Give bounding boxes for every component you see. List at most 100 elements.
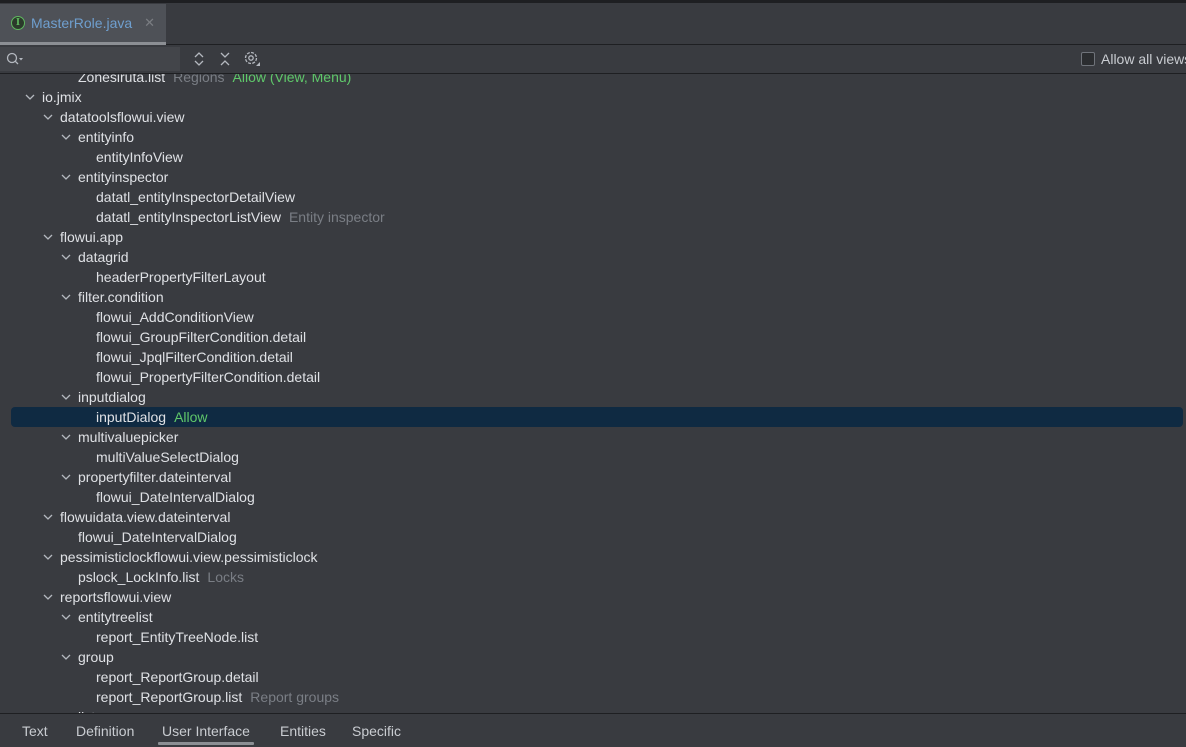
tree-node-group[interactable]: flowui.app bbox=[0, 227, 1186, 247]
tree-node-group[interactable]: entityinspector bbox=[0, 167, 1186, 187]
tab-definition[interactable]: Definition bbox=[72, 714, 138, 747]
editor-tab-strip: I MasterRole.java ✕ bbox=[0, 0, 1186, 45]
bottom-tab-bar: Text Definition User Interface Entities Spec… bbox=[0, 713, 1186, 747]
tree-node-label: filter.condition bbox=[78, 289, 164, 305]
node-name: report_ReportGroup.list bbox=[96, 689, 243, 705]
views-permission-tree[interactable]: Zonesiruta.list Regions Allow (View, Menu)… bbox=[0, 74, 1186, 714]
node-name: flowui_DateIntervalDialog bbox=[78, 529, 237, 545]
tree-node-label: inputdialog bbox=[78, 389, 146, 405]
chevron-down-icon[interactable] bbox=[24, 91, 36, 103]
tree-node-view[interactable]: pslock_LockInfo.list Locks bbox=[0, 567, 1186, 587]
editor-tab-masterrole[interactable]: I MasterRole.java ✕ bbox=[0, 4, 166, 45]
chevron-down-icon[interactable] bbox=[42, 591, 54, 603]
tree-node-group[interactable]: io.jmix bbox=[0, 87, 1186, 107]
node-name: entitytreelist bbox=[78, 609, 153, 625]
node-name: headerPropertyFilterLayout bbox=[96, 269, 266, 285]
tree-node-group[interactable]: entitytreelist bbox=[0, 607, 1186, 627]
search-box[interactable] bbox=[0, 47, 180, 71]
tree-node-view[interactable]: datatl_entityInspectorListView Entity ins… bbox=[0, 207, 1186, 227]
node-name: flowui_DateIntervalDialog bbox=[96, 489, 255, 505]
chevron-down-icon[interactable] bbox=[42, 111, 54, 123]
tree-node-view[interactable]: flowui_DateIntervalDialog bbox=[0, 487, 1186, 507]
chevron-down-icon[interactable] bbox=[42, 511, 54, 523]
tree-node-view[interactable]: report_EntityTreeNode.list bbox=[0, 627, 1186, 647]
tree-node-view[interactable]: headerPropertyFilterLayout bbox=[0, 267, 1186, 287]
tree-node-label: reportsflowui.view bbox=[60, 589, 171, 605]
tree-node-label: pslock_LockInfo.list Locks bbox=[78, 569, 244, 585]
tab-entities[interactable]: Entities bbox=[276, 714, 330, 747]
node-name: io.jmix bbox=[42, 89, 82, 105]
tree-node-group[interactable]: reportsflowui.view bbox=[0, 587, 1186, 607]
chevron-down-icon[interactable] bbox=[60, 131, 72, 143]
chevron-down-icon[interactable] bbox=[60, 651, 72, 663]
chevron-down-icon[interactable] bbox=[60, 431, 72, 443]
tab-label: User Interface bbox=[162, 722, 250, 739]
tree-node-view[interactable]: report_ReportGroup.list Report groups bbox=[0, 687, 1186, 707]
tree-node-label: entityinspector bbox=[78, 169, 168, 185]
tree-node-group[interactable]: datatoolsflowui.view bbox=[0, 107, 1186, 127]
node-name: Zonesiruta.list bbox=[78, 74, 166, 85]
node-name: multiValueSelectDialog bbox=[96, 449, 239, 465]
tab-text[interactable]: Text bbox=[18, 714, 52, 747]
chevron-down-icon[interactable] bbox=[60, 251, 72, 263]
node-description: Report groups bbox=[250, 689, 340, 705]
checkbox-box[interactable] bbox=[1081, 52, 1095, 66]
tree-node-label: propertyfilter.dateinterval bbox=[78, 469, 231, 485]
tab-label: Specific bbox=[352, 722, 402, 739]
tree-node-label: flowui_PropertyFilterCondition.detail bbox=[96, 369, 320, 385]
tree-node-group[interactable]: entityinfo bbox=[0, 127, 1186, 147]
tab-user-interface[interactable]: User Interface bbox=[158, 714, 254, 747]
tree-node-group[interactable]: flowuidata.view.dateinterval bbox=[0, 507, 1186, 527]
tree-node-view[interactable]: report_ReportGroup.detail bbox=[0, 667, 1186, 687]
node-name: entityInfoView bbox=[96, 149, 183, 165]
search-input[interactable] bbox=[28, 51, 168, 67]
node-name: inputdialog bbox=[78, 389, 146, 405]
tree-node-view[interactable]: flowui_JpqlFilterCondition.detail bbox=[0, 347, 1186, 367]
expand-icon[interactable] bbox=[190, 50, 208, 68]
tree-node-group[interactable]: inputdialog bbox=[0, 387, 1186, 407]
tree-node-group[interactable]: pessimisticlockflowui.view.pessimisticlo… bbox=[0, 547, 1186, 567]
close-icon[interactable]: ✕ bbox=[144, 15, 155, 31]
tree-node-view[interactable]: inputDialog Allow bbox=[0, 407, 1186, 427]
tree-node-view[interactable]: flowui_AddConditionView bbox=[0, 307, 1186, 327]
tree-node-view[interactable]: multiValueSelectDialog bbox=[0, 447, 1186, 467]
tree-node-label: flowui_DateIntervalDialog bbox=[96, 489, 255, 505]
tab-label: Entities bbox=[280, 722, 326, 739]
tree-node-group[interactable]: propertyfilter.dateinterval bbox=[0, 467, 1186, 487]
chevron-down-icon[interactable] bbox=[60, 291, 72, 303]
chevron-down-icon[interactable] bbox=[42, 231, 54, 243]
tree-node-view[interactable]: datatl_entityInspectorDetailView bbox=[0, 187, 1186, 207]
tree-node-view[interactable]: Zonesiruta.list Regions Allow (View, Menu) bbox=[0, 74, 1186, 87]
node-name: datatl_entityInspectorListView bbox=[96, 209, 281, 225]
chevron-down-icon[interactable] bbox=[60, 611, 72, 623]
node-name: flowui_GroupFilterCondition.detail bbox=[96, 329, 307, 345]
chevron-down-icon[interactable] bbox=[60, 391, 72, 403]
tree-node-view[interactable]: flowui_PropertyFilterCondition.detail bbox=[0, 367, 1186, 387]
tree-node-label: flowui.app bbox=[60, 229, 123, 245]
node-name: group bbox=[78, 649, 114, 665]
node-name: entityinspector bbox=[78, 169, 169, 185]
tree-node-label: group bbox=[78, 649, 114, 665]
node-name: flowui.app bbox=[60, 229, 124, 245]
tree-node-label: multivaluepicker bbox=[78, 429, 178, 445]
chevron-down-icon[interactable] bbox=[60, 171, 72, 183]
tree-node-view[interactable]: flowui_GroupFilterCondition.detail bbox=[0, 327, 1186, 347]
tree-node-label: entitytreelist bbox=[78, 609, 153, 625]
tab-specific[interactable]: Specific bbox=[348, 714, 405, 747]
tree-node-view[interactable]: flowui_DateIntervalDialog bbox=[0, 527, 1186, 547]
tree-node-group[interactable]: filter.condition bbox=[0, 287, 1186, 307]
search-icon[interactable] bbox=[6, 52, 24, 66]
node-description: Entity inspector bbox=[288, 209, 385, 225]
allow-all-views-checkbox[interactable]: Allow all views bbox=[1081, 51, 1186, 67]
gear-icon[interactable] bbox=[243, 50, 261, 68]
tree-node-group[interactable]: datagrid bbox=[0, 247, 1186, 267]
chevron-down-icon[interactable] bbox=[42, 551, 54, 563]
tree-node-view[interactable]: entityInfoView bbox=[0, 147, 1186, 167]
tree-node-group[interactable]: group bbox=[0, 647, 1186, 667]
node-name: datatoolsflowui.view bbox=[60, 109, 185, 125]
tree-node-label: datatl_entityInspectorListView Entity ins… bbox=[96, 209, 385, 225]
chevron-down-icon[interactable] bbox=[60, 471, 72, 483]
tree-node-group[interactable]: multivaluepicker bbox=[0, 427, 1186, 447]
collapse-icon[interactable] bbox=[216, 50, 234, 68]
tree-node-label: flowui_DateIntervalDialog bbox=[78, 529, 237, 545]
